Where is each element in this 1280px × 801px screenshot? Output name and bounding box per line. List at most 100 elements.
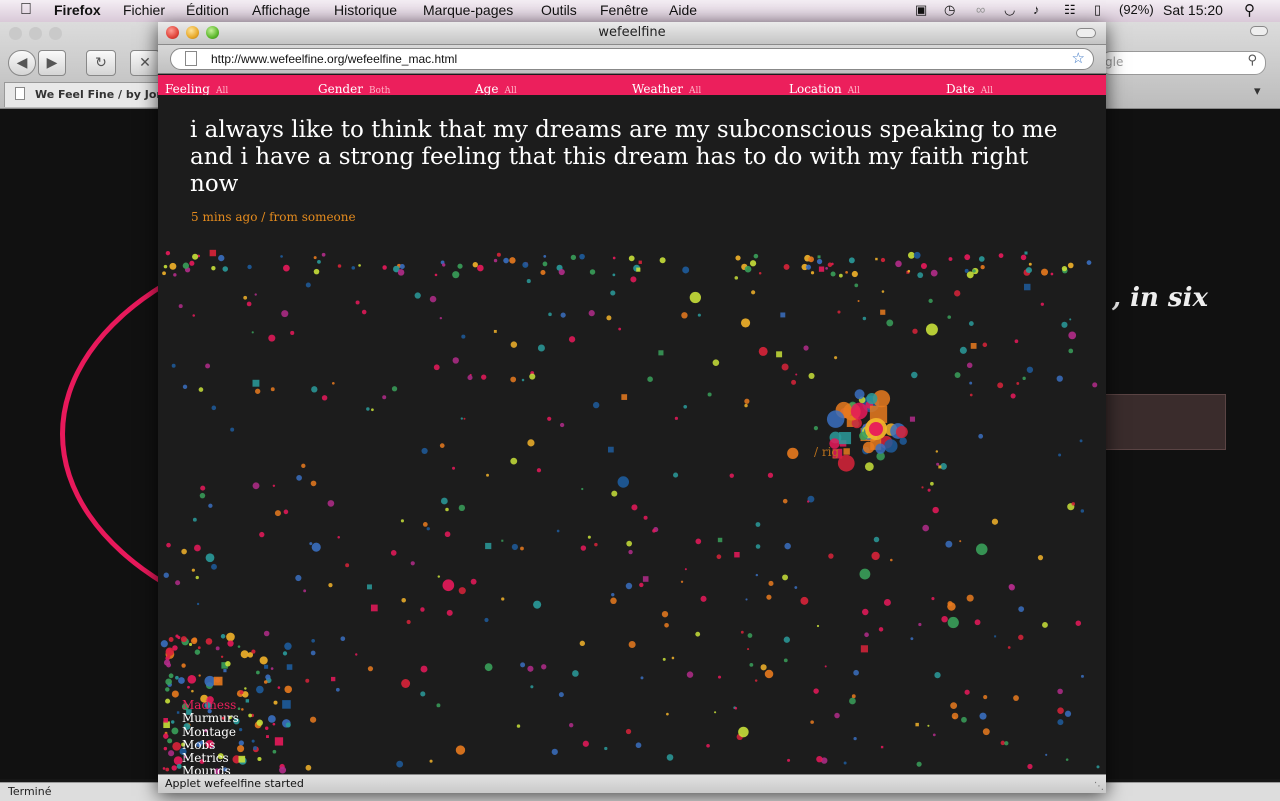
feeling-particle[interactable] (570, 254, 577, 261)
feeling-particle[interactable] (740, 630, 744, 634)
mode-mobs[interactable]: Mobs (182, 738, 239, 752)
feeling-particle[interactable] (810, 271, 815, 275)
feeling-particle[interactable] (916, 761, 922, 767)
feeling-particle[interactable] (640, 676, 644, 680)
feeling-particle[interactable] (551, 748, 558, 755)
feeling-particle[interactable] (510, 376, 517, 383)
feeling-particle[interactable] (239, 727, 243, 732)
feeling-particle[interactable] (850, 402, 868, 420)
feeling-particle[interactable] (1016, 382, 1020, 385)
feeling-particle[interactable] (1067, 262, 1074, 269)
feeling-particle[interactable] (367, 584, 372, 590)
feeling-particle[interactable] (266, 735, 269, 739)
feeling-particle[interactable] (175, 675, 179, 680)
feeling-particle[interactable] (265, 726, 269, 730)
feeling-particle[interactable] (1027, 763, 1033, 770)
feeling-particle[interactable] (442, 579, 455, 592)
feeling-particle[interactable] (272, 484, 276, 487)
feeling-particle[interactable] (165, 647, 174, 656)
feeling-particle[interactable] (684, 568, 687, 571)
feeling-particle[interactable] (194, 544, 201, 552)
feeling-particle[interactable] (281, 310, 289, 318)
feeling-particle[interactable] (921, 486, 924, 489)
menu-clock[interactable]: Sat 15:20 (1163, 2, 1223, 18)
feeling-particle[interactable] (964, 268, 969, 273)
feeling-particle[interactable] (355, 653, 358, 656)
menu-aide[interactable]: Aide (669, 2, 697, 18)
feeling-particle[interactable] (1057, 688, 1063, 695)
feeling-particle[interactable] (457, 263, 463, 269)
feeling-particle[interactable] (825, 267, 828, 270)
feeling-particle[interactable] (198, 674, 201, 677)
feeling-particle[interactable] (162, 271, 166, 276)
feeling-particle[interactable] (673, 472, 679, 478)
feeling-particle[interactable] (283, 509, 289, 515)
feeling-particle[interactable] (328, 583, 333, 588)
feeling-particle[interactable] (1064, 710, 1072, 717)
feeling-particle[interactable] (1022, 376, 1026, 381)
feeling-particle[interactable] (192, 637, 198, 643)
tab-we-feel-fine[interactable]: We Feel Fine / by Jona (4, 82, 172, 107)
feeling-particle[interactable] (747, 648, 750, 651)
feeling-particle[interactable] (213, 676, 223, 686)
feeling-particle[interactable] (1041, 268, 1049, 276)
search-field[interactable]: gle ⚲ (1100, 51, 1266, 75)
feeling-particle[interactable] (503, 257, 509, 264)
feeling-particle[interactable] (244, 687, 247, 690)
feeling-particle[interactable] (426, 527, 430, 531)
feeling-particle[interactable] (1056, 375, 1063, 382)
feeling-particle[interactable] (558, 692, 564, 698)
feeling-particle[interactable] (337, 536, 340, 539)
feeling-particle[interactable] (251, 331, 254, 334)
feeling-particle[interactable] (915, 722, 919, 727)
feeling-particle[interactable] (755, 522, 761, 527)
feeling-particle[interactable] (950, 702, 958, 710)
feeling-particle[interactable] (238, 740, 244, 746)
feeling-particle[interactable] (717, 675, 722, 679)
feeling-particle[interactable] (594, 542, 598, 547)
feeling-particle[interactable] (560, 312, 566, 318)
feeling-particle[interactable] (966, 594, 974, 602)
feeling-particle[interactable] (749, 662, 754, 667)
feeling-particle[interactable] (735, 255, 741, 261)
feeling-particle[interactable] (848, 257, 855, 264)
feeling-particle[interactable] (282, 651, 288, 656)
bg-zoom-icon[interactable] (49, 27, 62, 40)
feeling-particle[interactable] (1007, 646, 1011, 649)
feeling-particle[interactable] (284, 685, 292, 694)
feeling-particle[interactable] (516, 724, 521, 728)
feeling-particle[interactable] (337, 264, 342, 268)
feeling-particle[interactable] (199, 492, 206, 499)
feeling-particle[interactable] (843, 448, 850, 455)
feeling-particle[interactable] (252, 482, 260, 490)
feeling-particle[interactable] (313, 256, 317, 260)
feeling-particle[interactable] (188, 642, 193, 647)
feeling-particle[interactable] (543, 254, 547, 258)
feeling-particle[interactable] (803, 345, 809, 351)
feeling-particle[interactable] (171, 765, 177, 771)
feeling-particle[interactable] (327, 500, 335, 507)
feeling-particle[interactable] (422, 522, 428, 527)
feeling-particle[interactable] (978, 256, 985, 262)
feeling-particle[interactable] (541, 664, 547, 670)
feeling-particle[interactable] (899, 437, 907, 445)
feeling-particle[interactable] (826, 410, 845, 428)
feeling-particle[interactable] (805, 264, 812, 270)
feeling-particle[interactable] (433, 364, 440, 371)
feeling-particle[interactable] (252, 379, 260, 387)
feeling-particle[interactable] (263, 630, 270, 637)
feeling-particle[interactable] (241, 708, 244, 711)
feeling-particle[interactable] (227, 640, 234, 647)
feeling-particle[interactable] (1086, 260, 1092, 266)
feeling-particle[interactable] (871, 551, 880, 561)
video-icon[interactable]: ▣ (915, 2, 927, 18)
feeling-particle[interactable] (697, 313, 701, 317)
feeling-particle[interactable] (205, 363, 211, 369)
feeling-particle[interactable] (875, 443, 886, 454)
feeling-particle[interactable] (1013, 695, 1019, 701)
feeling-particle[interactable] (569, 722, 574, 728)
feeling-particle[interactable] (611, 592, 615, 597)
feeling-particle[interactable] (168, 750, 175, 757)
feeling-particle[interactable] (283, 264, 290, 272)
feeling-particle[interactable] (397, 269, 405, 276)
